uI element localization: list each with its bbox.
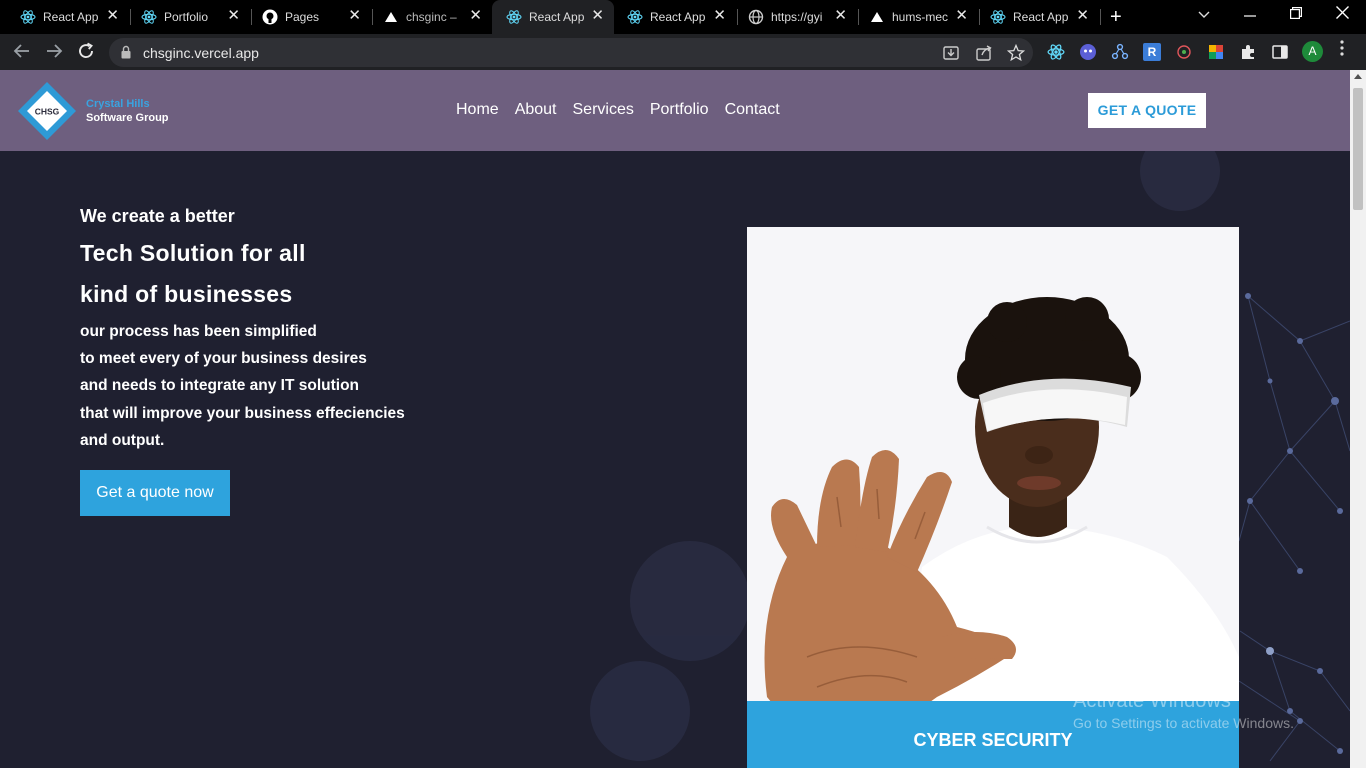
lock-icon[interactable]: [121, 45, 131, 59]
tab-label: React App: [1013, 10, 1069, 24]
close-icon[interactable]: ✕: [1076, 8, 1089, 24]
tab-label: chsginc – (: [406, 10, 458, 24]
hero-eyebrow: We create a better: [80, 206, 235, 226]
browser-toolbar: chsginc.vercel.app R A: [0, 34, 1366, 70]
tab-divider: [1100, 9, 1101, 25]
minimize-icon[interactable]: [1244, 6, 1256, 22]
browser-tab[interactable]: React App ✕: [613, 0, 736, 34]
hero-paragraph-line: that will improve your business effecien…: [80, 404, 405, 422]
nav-portfolio[interactable]: Portfolio: [650, 101, 709, 119]
tab-label: Pages: [285, 10, 320, 24]
windows-activation-watermark: Activate Windows Go to Settings to activ…: [1073, 690, 1294, 731]
nav-about[interactable]: About: [515, 101, 557, 119]
scroll-up-arrow-icon[interactable]: [1354, 74, 1362, 79]
hero-paragraph-line: and needs to integrate any IT solution: [80, 377, 360, 395]
url-text[interactable]: chsginc.vercel.app: [143, 45, 259, 61]
hero-paragraph-line: our process has been simplified: [80, 323, 317, 340]
hero-headline-line1: Tech Solution for all: [80, 240, 306, 266]
tab-label: https://gyi: [771, 10, 823, 24]
color-picker-extension-icon[interactable]: [1207, 43, 1225, 61]
scrollbar-thumb[interactable]: [1353, 88, 1363, 210]
logo-wordmark[interactable]: Crystal Hills Software Group: [86, 97, 169, 125]
react-icon: [506, 9, 522, 25]
tab-label: hums-mec: [892, 10, 948, 24]
close-icon[interactable]: ✕: [106, 8, 119, 24]
logo-badge-text: CHSG: [35, 107, 60, 117]
github-icon: [262, 9, 278, 25]
close-icon[interactable]: ✕: [227, 8, 240, 24]
share-icon[interactable]: [975, 44, 993, 62]
install-app-icon[interactable]: [942, 44, 960, 62]
browser-tab-active[interactable]: React App ✕: [492, 0, 614, 34]
hero-paragraph-line: to meet every of your business desires: [80, 350, 367, 368]
logo-line2: Software Group: [86, 112, 169, 124]
tab-label: React App: [650, 10, 706, 24]
forward-arrow-icon[interactable]: [45, 42, 63, 64]
browser-tab[interactable]: hums-mec ✕: [855, 0, 978, 34]
browser-tab[interactable]: Pages ✕: [248, 0, 371, 34]
tab-label: Portfolio: [164, 10, 209, 24]
network-extension-icon[interactable]: [1111, 43, 1129, 61]
globe-icon: [748, 9, 764, 25]
hero-paragraph-line: and output.: [80, 431, 165, 449]
browser-tab[interactable]: React App ✕: [6, 0, 129, 34]
reload-icon[interactable]: [77, 42, 95, 64]
bookmark-star-icon[interactable]: [1006, 43, 1026, 62]
r-extension-icon[interactable]: R: [1143, 43, 1161, 61]
profile-avatar[interactable]: A: [1302, 41, 1323, 62]
tab-label: React App: [529, 10, 585, 24]
hero-paragraph: our process has been simplified to meet …: [80, 318, 405, 454]
vercel-icon: [869, 9, 885, 25]
vercel-icon: [383, 9, 399, 25]
vr-headset-person-illustration: [747, 227, 1239, 768]
browser-tab[interactable]: Portfolio ✕: [127, 0, 250, 34]
close-icon[interactable]: ✕: [834, 8, 847, 24]
browser-tab[interactable]: https://gyi ✕: [734, 0, 857, 34]
hero-headline-line2: kind of businesses: [80, 281, 293, 307]
close-icon[interactable]: ✕: [591, 8, 604, 24]
logo-line1: Crystal Hills: [86, 98, 150, 110]
nav-contact[interactable]: Contact: [725, 101, 780, 119]
address-bar[interactable]: chsginc.vercel.app: [109, 38, 1033, 67]
site-header: CHSG Crystal Hills Software Group Home A…: [0, 70, 1350, 151]
browser-tab[interactable]: React App ✕: [976, 0, 1099, 34]
assistant-extension-icon[interactable]: [1079, 43, 1097, 61]
git-extension-icon[interactable]: [1175, 43, 1193, 61]
back-arrow-icon[interactable]: [13, 42, 31, 64]
react-devtools-extension-icon[interactable]: [1047, 43, 1065, 61]
close-icon[interactable]: ✕: [348, 8, 361, 24]
chsg-logo[interactable]: CHSG: [16, 80, 78, 142]
close-icon[interactable]: ✕: [955, 8, 968, 24]
nav-services[interactable]: Services: [573, 101, 634, 119]
get-a-quote-button[interactable]: GET A QUOTE: [1088, 93, 1206, 128]
tab-label: React App: [43, 10, 99, 24]
page-scrollbar[interactable]: [1350, 70, 1366, 768]
restore-icon[interactable]: [1290, 6, 1302, 22]
tab-search-chevron-icon[interactable]: [1198, 6, 1210, 22]
react-icon: [141, 9, 157, 25]
service-card-image[interactable]: [747, 227, 1239, 768]
browser-menu-icon[interactable]: [1340, 40, 1344, 56]
react-icon: [627, 9, 643, 25]
browser-tab-bar: React App ✕ Portfolio ✕ Pages ✕ chsginc …: [0, 0, 1366, 34]
nav-home[interactable]: Home: [456, 101, 499, 119]
window-close-icon[interactable]: [1336, 6, 1349, 22]
watermark-title: Activate Windows: [1073, 690, 1231, 712]
website-viewport: CHSG Crystal Hills Software Group Home A…: [0, 70, 1350, 768]
close-icon[interactable]: ✕: [713, 8, 726, 24]
react-icon: [990, 9, 1006, 25]
watermark-subtitle: Go to Settings to activate Windows.: [1073, 715, 1294, 731]
get-quote-now-button[interactable]: Get a quote now: [80, 470, 230, 516]
new-tab-plus-icon[interactable]: +: [1110, 6, 1122, 29]
extensions-puzzle-icon[interactable]: [1239, 43, 1257, 61]
side-panel-icon[interactable]: [1271, 43, 1289, 61]
close-icon[interactable]: ✕: [469, 8, 482, 24]
react-icon: [20, 9, 36, 25]
main-nav: Home About Services Portfolio Contact: [456, 101, 780, 119]
browser-tab[interactable]: chsginc – ( ✕: [369, 0, 492, 34]
